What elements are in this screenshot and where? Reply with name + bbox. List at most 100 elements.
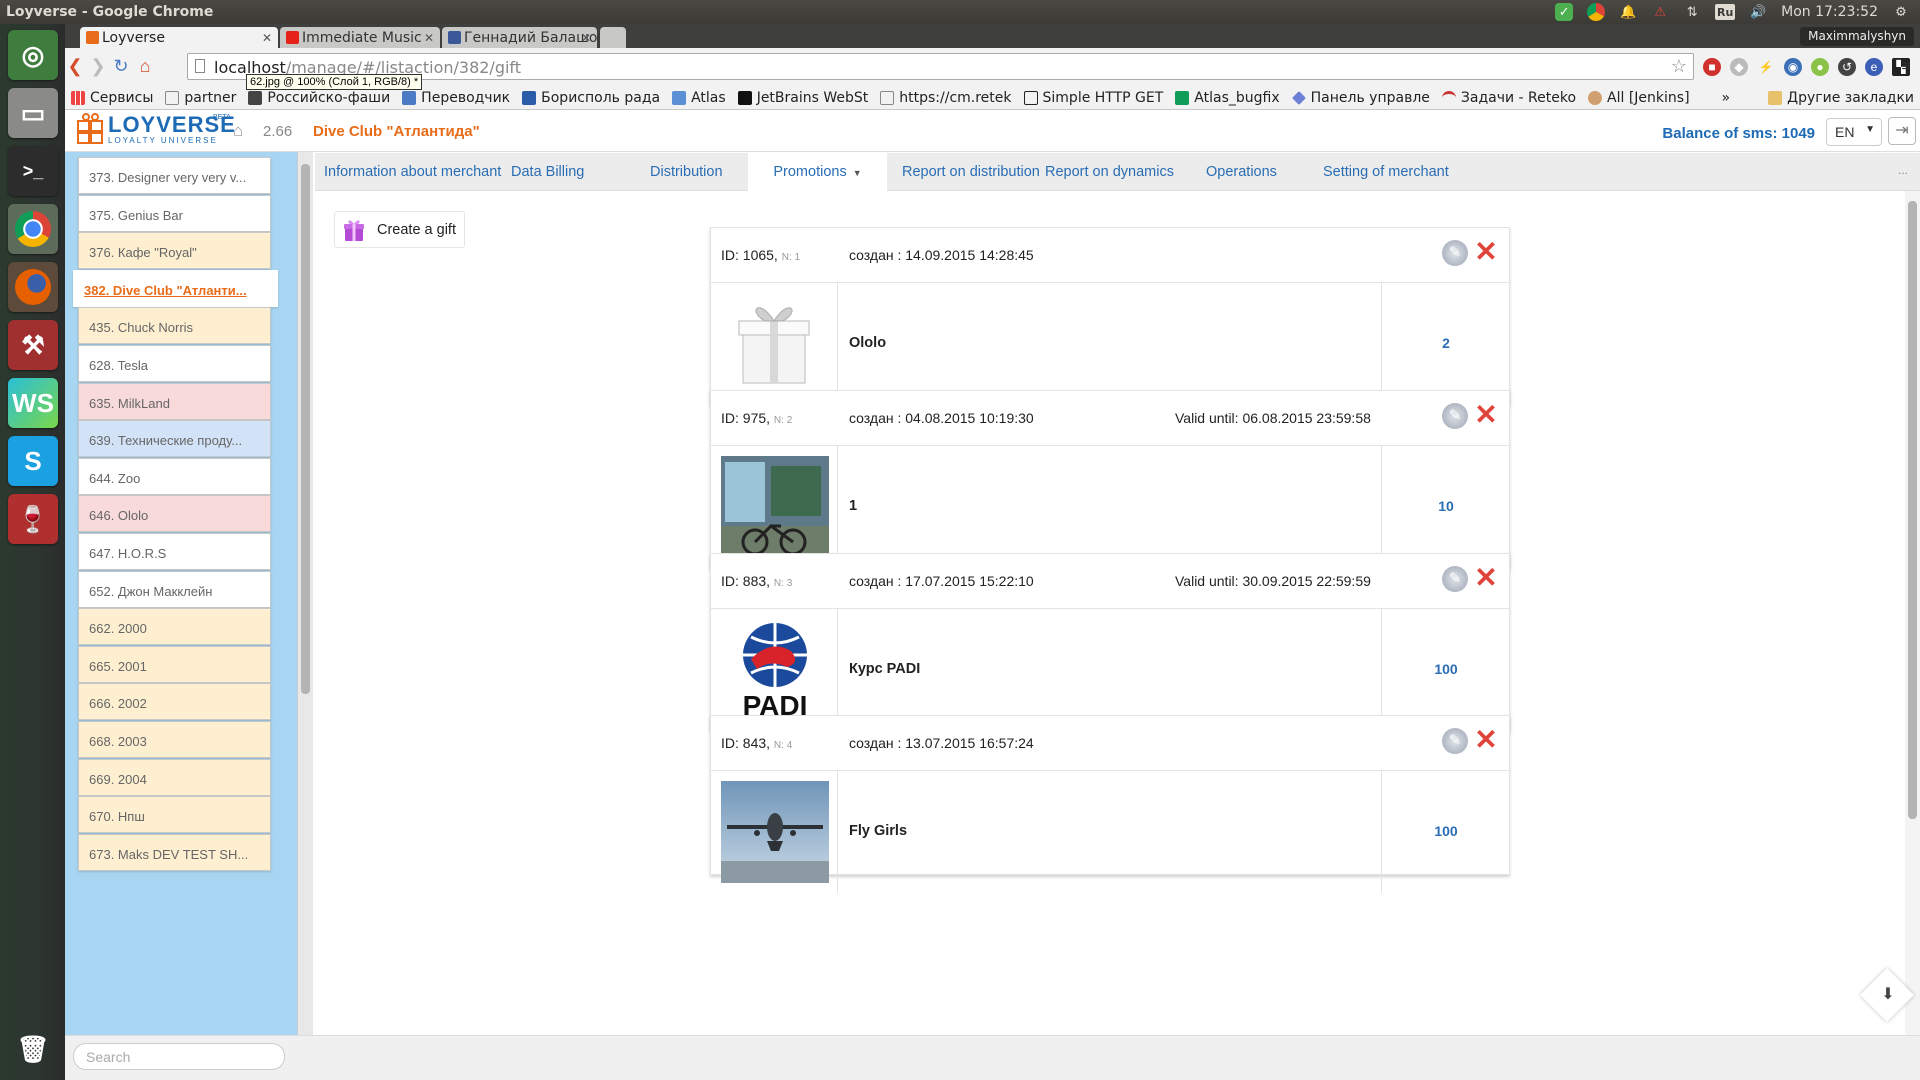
sidebar-item[interactable]: 639. Технические проду... <box>78 420 271 458</box>
close-tab-icon[interactable]: ✕ <box>424 31 434 45</box>
logout-icon[interactable]: ⇥ <box>1888 117 1916 145</box>
sidebar-item[interactable]: 665. 2001 <box>78 645 271 683</box>
extension-e-icon[interactable]: e <box>1865 58 1883 76</box>
extension-globe-icon[interactable]: ◉ <box>1784 58 1802 76</box>
bookmark-item[interactable]: Переводчик <box>396 90 516 106</box>
edit-icon[interactable]: ✎ <box>1442 240 1468 266</box>
sidebar-item[interactable]: 644. Zoo <box>78 457 271 495</box>
network-icon[interactable]: ⇅ <box>1683 3 1701 21</box>
other-bookmarks-folder[interactable]: Другие закладки <box>1762 90 1920 106</box>
sidebar-item[interactable]: 673. Maks DEV TEST SH... <box>78 833 271 871</box>
browser-menu-icon[interactable]: ≡ <box>1897 58 1915 76</box>
tab-information-about-merchant[interactable]: Information about merchant <box>324 153 501 191</box>
arrow-down-icon[interactable]: ⬇ <box>1878 984 1898 1004</box>
loyverse-logo[interactable]: LOYVERSE LOYALTY UNIVERSE <box>77 113 236 145</box>
sidebar-item[interactable]: 646. Ololo <box>78 495 271 533</box>
delete-icon[interactable]: ✕ <box>1471 563 1501 593</box>
warning-icon[interactable]: ⚠ <box>1651 3 1669 21</box>
sidebar-item[interactable]: 669. 2004 <box>78 758 271 796</box>
bookmark-item[interactable]: Задачи - Reteko <box>1436 90 1582 106</box>
sidebar-item[interactable]: 668. 2003 <box>78 721 271 758</box>
trash-icon[interactable]: 🗑 <box>8 1024 58 1074</box>
home-browser-icon[interactable]: ⌂ <box>135 56 155 76</box>
chrome-icon[interactable] <box>8 204 58 254</box>
delete-icon[interactable]: ✕ <box>1471 400 1501 430</box>
skype-icon[interactable]: S <box>8 436 58 486</box>
system-settings-icon[interactable]: ⚒ <box>8 320 58 370</box>
create-gift-button[interactable]: Create a gift <box>334 211 465 248</box>
forward-icon[interactable]: ❯ <box>88 56 108 76</box>
delete-icon[interactable]: ✕ <box>1471 237 1501 267</box>
update-check-icon[interactable]: ✓ <box>1555 3 1574 21</box>
chrome-tray-icon[interactable] <box>1587 3 1606 21</box>
tab-distribution[interactable]: Distribution <box>650 153 723 191</box>
extension-android-icon[interactable]: ● <box>1811 58 1829 76</box>
bookmark-item[interactable]: Российско-фаши <box>242 90 396 106</box>
bookmark-item[interactable]: All [Jenkins] <box>1582 90 1696 106</box>
content-scrollbar[interactable] <box>1905 191 1920 1035</box>
edit-icon[interactable]: ✎ <box>1442 728 1468 754</box>
bookmark-item[interactable]: Борисполь рада <box>516 90 666 106</box>
close-tab-icon[interactable]: ✕ <box>581 31 591 45</box>
sidebar-item[interactable]: 647. H.O.R.S <box>78 533 271 570</box>
tab-operations[interactable]: Operations <box>1206 153 1277 191</box>
notification-icon[interactable]: 🔔 <box>1619 3 1637 21</box>
sidebar-item[interactable]: 375. Genius Bar <box>78 194 271 232</box>
file-manager-icon[interactable]: ▭ <box>8 88 58 138</box>
webstorm-icon[interactable]: WS <box>8 378 58 428</box>
tab-report-on-distribution[interactable]: Report on distribution <box>902 153 1040 191</box>
sidebar-item[interactable]: 652. Джон Макклейн <box>78 570 271 608</box>
tab-immediate-music[interactable]: Immediate Music ✕ <box>280 27 440 48</box>
tab-facebook[interactable]: Геннадий Балашов ✕ <box>442 27 597 48</box>
tab-promotions[interactable]: Promotions ▼ <box>748 153 887 191</box>
bookmark-item[interactable]: partner <box>159 90 242 106</box>
tab-loyverse[interactable]: Loyverse ✕ <box>80 27 278 48</box>
bookmark-item[interactable]: Atlas_bugfix <box>1169 90 1285 106</box>
bookmark-item[interactable]: JetBrains WebSt <box>732 90 875 106</box>
sidebar-item[interactable]: 662. 2000 <box>78 608 271 646</box>
sidebar-item[interactable]: 635. MilkLand <box>78 382 271 420</box>
language-select[interactable]: EN ▼ <box>1826 118 1882 146</box>
content-scroll-thumb[interactable] <box>1908 201 1917 819</box>
volume-icon[interactable]: 🔊 <box>1749 3 1767 21</box>
sidebar-item[interactable]: 376. Кафе "Royal" <box>78 232 271 270</box>
back-icon[interactable]: ❮ <box>65 56 85 76</box>
edit-icon[interactable]: ✎ <box>1442 403 1468 429</box>
settings-gear-icon[interactable]: ⚙ <box>1892 3 1910 21</box>
home-icon[interactable]: ⌂ <box>233 121 243 141</box>
sidebar-item[interactable]: 666. 2002 <box>78 683 271 721</box>
more-tabs-button[interactable]: ... <box>1898 163 1908 177</box>
firefox-icon[interactable] <box>8 262 58 312</box>
delete-icon[interactable]: ✕ <box>1471 725 1501 755</box>
wine-icon[interactable]: 🍷 <box>8 494 58 544</box>
bookmark-star-icon[interactable]: ☆ <box>1671 56 1687 77</box>
bookmarks-overflow-button[interactable]: » <box>1716 90 1737 106</box>
sidebar-item-active[interactable]: 382. Dive Club "Атланти... <box>73 269 278 307</box>
edit-icon[interactable]: ✎ <box>1442 566 1468 592</box>
bookmark-item[interactable]: Simple HTTP GET <box>1018 90 1170 106</box>
bookmark-item[interactable]: Сервисы <box>65 90 159 106</box>
extension-stop-icon[interactable]: ■ <box>1703 58 1721 76</box>
sidebar-scrollbar[interactable] <box>297 152 313 1035</box>
sidebar-item[interactable]: 373. Designer very very v... <box>78 157 271 194</box>
sidebar-item[interactable]: 670. Нпш <box>78 796 271 834</box>
terminal-icon[interactable]: >_ <box>8 146 58 196</box>
tab-setting-of-merchant[interactable]: Setting of merchant <box>1323 153 1449 191</box>
bookmark-item[interactable]: Atlas <box>666 90 732 106</box>
sidebar-scroll-thumb[interactable] <box>301 164 310 694</box>
extension-bolt-icon[interactable]: ⚡ <box>1757 58 1775 76</box>
sidebar-item[interactable]: 628. Tesla <box>78 345 271 382</box>
tab-data-billing[interactable]: Data Billing <box>511 153 584 191</box>
reload-icon[interactable]: ↻ <box>111 56 131 76</box>
sidebar-search-input[interactable]: Search <box>73 1043 285 1070</box>
extension-shield-icon[interactable]: ◆ <box>1730 58 1748 76</box>
sidebar-item[interactable]: 435. Chuck Norris <box>78 307 271 345</box>
bookmark-item[interactable]: https://cm.retek <box>874 90 1017 106</box>
profile-user-badge[interactable]: Maximmalyshyn <box>1800 27 1914 46</box>
keyboard-layout-indicator[interactable]: Ru <box>1715 4 1736 20</box>
ubuntu-dash-icon[interactable]: ◎ <box>8 30 58 80</box>
extension-sync-icon[interactable]: ↺ <box>1838 58 1856 76</box>
new-tab-button[interactable] <box>600 27 626 48</box>
tab-report-on-dynamics[interactable]: Report on dynamics <box>1045 153 1174 191</box>
bookmark-item[interactable]: Панель управле <box>1286 90 1436 106</box>
